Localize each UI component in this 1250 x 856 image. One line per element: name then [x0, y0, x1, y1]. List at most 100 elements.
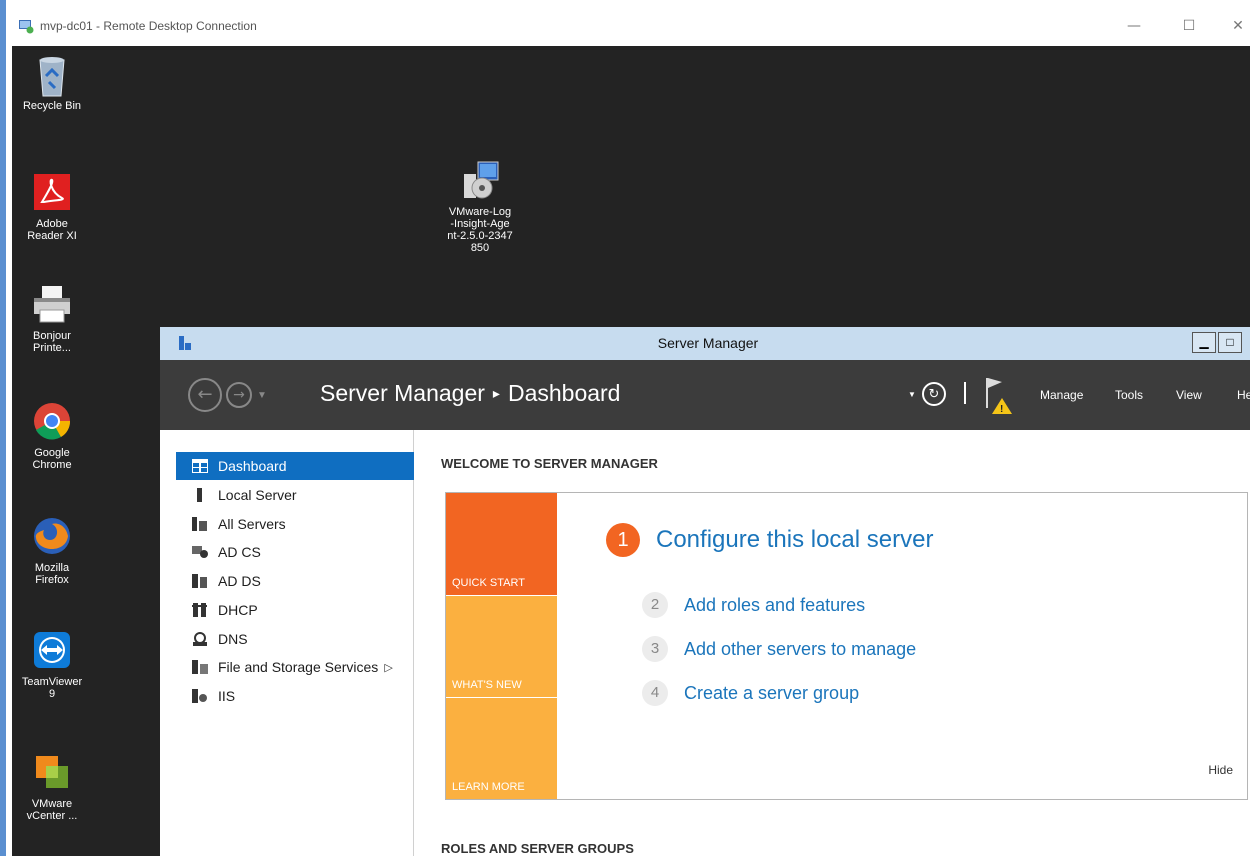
step-number: 2 — [642, 592, 668, 618]
sidebar-item-label: File and Storage Services — [218, 659, 379, 675]
iis-icon — [192, 689, 208, 703]
arrow-right-icon: → — [233, 387, 245, 403]
sidebar-item-file-storage[interactable]: File and Storage Services ▷ — [176, 653, 414, 681]
vmware-vcenter-icon — [32, 752, 72, 792]
desktop-icon-vmware-vcenter[interactable]: VMware vCenter ... — [12, 752, 92, 822]
server-manager-header: ← → ▼ Server Manager ▸ Dashboard ▼ ↻ ! M… — [160, 360, 1250, 430]
step-create-server-group[interactable]: 4 Create a server group — [642, 680, 859, 706]
desktop-icon-label: Mozilla Firefox — [34, 562, 70, 586]
sidebar: Dashboard Local Server All Servers AD CS… — [176, 430, 414, 856]
sidebar-item-label: Dashboard — [218, 458, 287, 474]
history-dropdown-icon[interactable]: ▼ — [257, 390, 267, 401]
step-configure-local-server[interactable]: 1 Configure this local server — [606, 523, 933, 557]
desktop-icon-teamviewer[interactable]: TeamViewer 9 — [12, 630, 92, 700]
sidebar-item-label: DNS — [218, 631, 248, 647]
rdc-window-frame: mvp-dc01 - Remote Desktop Connection — ☐… — [0, 0, 1250, 856]
desktop-icon-google-chrome[interactable]: Google Chrome — [12, 401, 92, 471]
ad-ds-icon — [192, 574, 208, 588]
step-link[interactable]: Create a server group — [684, 683, 859, 704]
tile-label: LEARN MORE — [452, 781, 525, 793]
desktop-icon-recycle-bin[interactable]: Recycle Bin — [12, 54, 92, 112]
forward-button[interactable]: → — [226, 382, 252, 408]
step-add-servers[interactable]: 3 Add other servers to manage — [642, 636, 916, 662]
sidebar-item-dashboard[interactable]: Dashboard — [176, 452, 414, 480]
sidebar-item-label: All Servers — [218, 516, 286, 532]
sidebar-item-dns[interactable]: DNS — [176, 625, 414, 653]
step-add-roles[interactable]: 2 Add roles and features — [642, 592, 865, 618]
menu-help[interactable]: Help — [1237, 388, 1250, 402]
desktop-icon-vmware-log-insight[interactable]: VMware-Log -Insight-Age nt-2.5.0-2347 85… — [440, 160, 520, 254]
tab-whats-new[interactable]: WHAT'S NEW — [446, 596, 557, 697]
step-number: 3 — [642, 636, 668, 662]
local-server-icon — [192, 488, 208, 502]
rdc-window-title: mvp-dc01 - Remote Desktop Connection — [40, 19, 257, 33]
step-number: 1 — [606, 523, 640, 557]
server-manager-window: Server Manager ▁ □ ← → ▼ Server Manager ▸… — [160, 327, 1250, 856]
sm-maximize-button[interactable]: □ — [1218, 332, 1242, 353]
desktop-icon-label: Google Chrome — [32, 447, 72, 471]
recycle-bin-icon — [32, 54, 72, 97]
step-link[interactable]: Add roles and features — [684, 595, 865, 616]
desktop-icon-label: VMware vCenter ... — [26, 798, 78, 822]
dashboard-icon — [192, 459, 208, 473]
remote-desktop: Recycle Bin Adobe Reader XI Bonjour Prin… — [12, 46, 1250, 856]
rdc-close-button[interactable]: ✕ — [1228, 16, 1248, 36]
installer-icon — [460, 160, 500, 200]
server-manager-titlebar[interactable]: Server Manager ▁ □ — [160, 327, 1250, 360]
header-divider — [964, 382, 966, 404]
menu-view[interactable]: View — [1176, 388, 1202, 402]
desktop-icon-adobe-reader[interactable]: Adobe Reader XI — [12, 172, 92, 242]
back-button[interactable]: ← — [188, 378, 222, 412]
remote-desktop-icon — [18, 18, 34, 34]
rdc-maximize-button[interactable]: ☐ — [1179, 16, 1199, 36]
breadcrumb-app: Server Manager — [320, 380, 485, 406]
firefox-icon — [32, 516, 72, 556]
sidebar-item-label: AD CS — [218, 544, 261, 560]
svg-text:!: ! — [1000, 404, 1003, 414]
server-manager-title: Server Manager — [657, 335, 759, 351]
sidebar-item-label: DHCP — [218, 602, 258, 618]
desktop-icon-label: Recycle Bin — [22, 100, 82, 112]
menu-manage[interactable]: Manage — [1040, 388, 1083, 402]
welcome-panel: QUICK START WHAT'S NEW LEARN MORE 1 Conf… — [445, 492, 1248, 800]
desktop-icon-label: TeamViewer 9 — [21, 676, 83, 700]
welcome-title: WELCOME TO SERVER MANAGER — [441, 456, 658, 471]
desktop-icon-label: Adobe Reader XI — [27, 218, 77, 242]
step-link[interactable]: Add other servers to manage — [684, 639, 916, 660]
dashboard-content: WELCOME TO SERVER MANAGER QUICK START WH… — [415, 430, 1250, 856]
refresh-icon[interactable]: ↻ — [922, 382, 946, 406]
tab-quick-start[interactable]: QUICK START — [446, 493, 557, 595]
tab-learn-more[interactable]: LEARN MORE — [446, 698, 557, 799]
sidebar-item-label: IIS — [218, 688, 236, 704]
rdc-minimize-button[interactable]: — — [1124, 16, 1144, 36]
ad-cs-icon — [192, 545, 208, 559]
sm-minimize-button[interactable]: ▁ — [1192, 332, 1216, 353]
step-link[interactable]: Configure this local server — [656, 526, 933, 554]
dns-icon — [192, 632, 208, 646]
arrow-left-icon: ← — [197, 384, 213, 405]
hide-link[interactable]: Hide — [1208, 763, 1233, 777]
rdc-titlebar[interactable]: mvp-dc01 - Remote Desktop Connection — ☐… — [12, 6, 1250, 46]
submenu-arrow-icon[interactable]: ▷ — [384, 661, 392, 674]
sidebar-item-ad-cs[interactable]: AD CS — [176, 538, 414, 566]
notifications-flag-icon[interactable]: ! — [984, 376, 1014, 419]
breadcrumb-page: Dashboard — [507, 380, 621, 406]
desktop-icon-label: VMware-Log -Insight-Age nt-2.5.0-2347 85… — [447, 206, 513, 254]
desktop-icon-bonjour-printer[interactable]: Bonjour Printe... — [12, 284, 92, 354]
refresh-dropdown-icon[interactable]: ▼ — [908, 390, 916, 399]
sidebar-item-iis[interactable]: IIS — [176, 682, 414, 710]
dhcp-icon — [192, 603, 208, 617]
step-number: 4 — [642, 680, 668, 706]
sidebar-item-local-server[interactable]: Local Server — [176, 481, 414, 509]
sidebar-item-dhcp[interactable]: DHCP — [176, 596, 414, 624]
all-servers-icon — [192, 517, 208, 531]
roles-section-title: ROLES AND SERVER GROUPS — [441, 841, 634, 856]
sidebar-item-ad-ds[interactable]: AD DS — [176, 567, 414, 595]
breadcrumb-separator-icon: ▸ — [492, 385, 500, 401]
sidebar-item-label: Local Server — [218, 487, 297, 503]
menu-tools[interactable]: Tools — [1115, 388, 1143, 402]
sidebar-item-all-servers[interactable]: All Servers — [176, 510, 414, 538]
desktop-icon-mozilla-firefox[interactable]: Mozilla Firefox — [12, 516, 92, 586]
adobe-reader-icon — [32, 172, 72, 212]
sidebar-item-label: AD DS — [218, 573, 261, 589]
